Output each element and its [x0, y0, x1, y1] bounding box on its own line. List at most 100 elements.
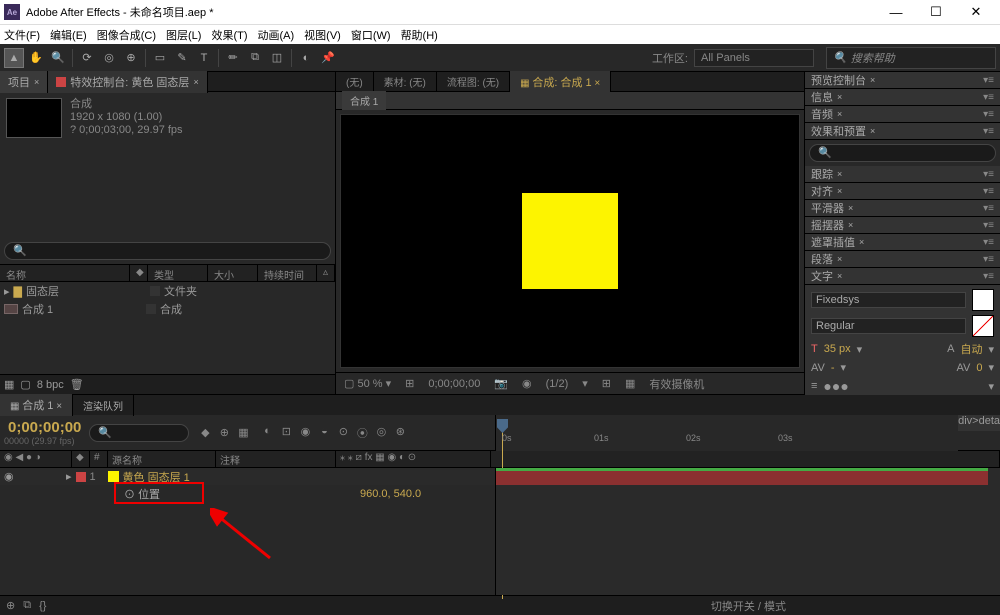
brush-tool[interactable]: ✏ — [223, 48, 243, 68]
tl-icon-5[interactable]: ⊡ — [278, 425, 294, 441]
tl-col-source[interactable]: 源名称 — [108, 451, 216, 467]
visibility-toggle[interactable]: ◉ — [4, 470, 18, 483]
tl-icon-2[interactable]: ⊕ — [216, 426, 232, 439]
col-duration[interactable]: 持续时间 — [258, 265, 317, 281]
menu-anim[interactable]: 动画(A) — [258, 27, 295, 43]
panel-align[interactable]: 对齐×▾≡ — [805, 183, 1000, 200]
layer-row[interactable]: ◉ ▸ 1 黄色 固态层 1 — [0, 468, 495, 485]
menu-comp[interactable]: 图像合成(C) — [97, 27, 156, 43]
menu-layer[interactable]: 图层(L) — [166, 27, 201, 43]
toggle-switches[interactable]: 切换开关 / 模式 — [711, 598, 786, 614]
stamp-tool[interactable]: ⧉ — [245, 48, 265, 68]
hand-tool[interactable]: ✋ — [26, 48, 46, 68]
view-icon[interactable]: ▦ — [621, 377, 639, 390]
minimize-button[interactable]: — — [876, 0, 916, 24]
workspace-dropdown[interactable]: All Panels — [694, 49, 814, 67]
panel-preview[interactable]: 预览控制台×▾≡ — [805, 72, 1000, 89]
menu-file[interactable]: 文件(F) — [4, 27, 40, 43]
viewer-tab-flow[interactable]: 流程图: (无) — [437, 71, 510, 92]
tl-icon-1[interactable]: ◆ — [197, 426, 213, 439]
panel-mask[interactable]: 遮罩插值×▾≡ — [805, 234, 1000, 251]
tl-icon-6[interactable]: ◉ — [297, 425, 313, 441]
project-item-comp[interactable]: 合成 1 合成 — [0, 300, 335, 318]
grid-icon[interactable]: ⊞ — [598, 377, 615, 390]
camera-dropdown[interactable]: 有效摄像机 — [645, 376, 708, 392]
res-dropdown[interactable]: (1/2) — [542, 378, 573, 390]
tl-icon-3[interactable]: ▦ — [235, 426, 251, 439]
time-display[interactable]: 0;00;00;00 — [424, 378, 484, 390]
time-ruler[interactable]: 0s 01s 02s 03s — [495, 415, 958, 451]
font-size-value[interactable]: 35 px — [824, 343, 851, 355]
panel-paragraph[interactable]: 段落×▾≡ — [805, 251, 1000, 268]
bpc-toggle[interactable]: 8 bpc — [37, 379, 64, 391]
property-row[interactable]: ⊙ 位置 960.0, 540.0 — [0, 485, 495, 502]
col-size[interactable]: 大小 — [208, 265, 258, 281]
col-name[interactable]: 名称 — [0, 265, 130, 281]
viewer-tab-material[interactable]: 素材: (无) — [374, 71, 437, 92]
rotate-tool[interactable]: ⟳ — [77, 48, 97, 68]
zoom-tool[interactable]: 🔍 — [48, 48, 68, 68]
viewer-tab-comp[interactable]: ▦ 合成: 合成 1 × — [510, 71, 611, 93]
menu-edit[interactable]: 编辑(E) — [50, 27, 87, 43]
pen-tool[interactable]: ✎ — [172, 48, 192, 68]
tab-project[interactable]: 项目 × — [0, 71, 48, 93]
panel-audio[interactable]: 音频×▾≡ — [805, 106, 1000, 123]
tl-icon-9[interactable]: ⦿ — [354, 425, 370, 441]
timecode-display[interactable]: 0;00;00;00 — [8, 419, 81, 436]
tl-footer-icon-3[interactable]: {} — [39, 600, 46, 612]
anchor-tool[interactable]: ⊕ — [121, 48, 141, 68]
tl-icon-8[interactable]: ⊙ — [335, 425, 351, 441]
label-color[interactable] — [76, 472, 86, 482]
property-value[interactable]: 960.0, 540.0 — [360, 488, 421, 500]
roto-tool[interactable]: ◐ — [296, 48, 316, 68]
tab-fx-controls[interactable]: 特效控制台: 黄色 固态层 × — [48, 71, 207, 93]
puppet-tool[interactable]: 📌 — [318, 48, 338, 68]
text-tool[interactable]: T — [194, 48, 214, 68]
col-label[interactable]: ◆ — [130, 265, 148, 281]
maximize-button[interactable]: ☐ — [916, 0, 956, 24]
menu-view[interactable]: 视图(V) — [304, 27, 341, 43]
fx-search[interactable] — [809, 144, 996, 162]
channel-icon[interactable]: ◉ — [518, 377, 536, 390]
viewer-tab-none[interactable]: (无) — [336, 71, 374, 92]
project-search[interactable] — [4, 242, 331, 260]
tl-tab-comp[interactable]: ▦ 合成 1 × — [0, 394, 73, 416]
selection-tool[interactable]: ▲ — [4, 48, 24, 68]
tl-icon-4[interactable]: ◐ — [259, 425, 275, 441]
panel-text[interactable]: 文字×▾≡ — [805, 268, 1000, 285]
snapshot-icon[interactable]: 📷 — [490, 377, 512, 390]
res-icon[interactable]: ⊞ — [401, 377, 418, 390]
panel-info[interactable]: 信息×▾≡ — [805, 89, 1000, 106]
tl-footer-icon-1[interactable]: ⊕ — [6, 599, 15, 612]
folder-new-icon[interactable]: ▢ — [20, 378, 30, 391]
leading-value[interactable]: 自动 — [960, 341, 982, 357]
rect-tool[interactable]: ▭ — [150, 48, 170, 68]
help-search[interactable]: 🔍 搜索帮助 — [826, 47, 996, 69]
col-menu[interactable]: ▵ — [317, 265, 335, 281]
eraser-tool[interactable]: ◫ — [267, 48, 287, 68]
panel-fx[interactable]: 效果和预置×▾≡ — [805, 123, 1000, 140]
tl-icon-11[interactable]: ⊛ — [392, 425, 408, 441]
menu-window[interactable]: 窗口(W) — [351, 27, 391, 43]
tl-tab-render[interactable]: 渲染队列 — [73, 395, 134, 416]
viewer-subtab[interactable]: 合成 1 — [342, 91, 386, 110]
project-item-folder[interactable]: ▸▇ 固态层 文件夹 — [0, 282, 335, 300]
col-type[interactable]: 类型 — [148, 265, 208, 281]
delete-icon[interactable]: 🗑 — [70, 378, 84, 391]
font-family-dropdown[interactable]: Fixedsys — [811, 292, 966, 308]
viewport[interactable] — [340, 114, 800, 368]
menu-effect[interactable]: 效果(T) — [211, 27, 247, 43]
font-style-dropdown[interactable]: Regular — [811, 318, 966, 334]
fill-swatch[interactable] — [972, 289, 994, 311]
timeline-search[interactable] — [89, 424, 189, 442]
kerning-value[interactable]: - — [831, 362, 835, 374]
stroke-swatch[interactable] — [972, 315, 994, 337]
tl-icon-10[interactable]: ◎ — [373, 425, 389, 441]
interpret-icon[interactable]: ▦ — [4, 378, 14, 391]
panel-wiggle[interactable]: 摇摆器×▾≡ — [805, 217, 1000, 234]
menu-help[interactable]: 帮助(H) — [401, 27, 438, 43]
tracking-value[interactable]: 0 — [976, 362, 982, 374]
tl-icon-7[interactable]: ◒ — [316, 425, 332, 441]
close-button[interactable]: ✕ — [956, 0, 996, 24]
panel-smooth[interactable]: 平滑器×▾≡ — [805, 200, 1000, 217]
